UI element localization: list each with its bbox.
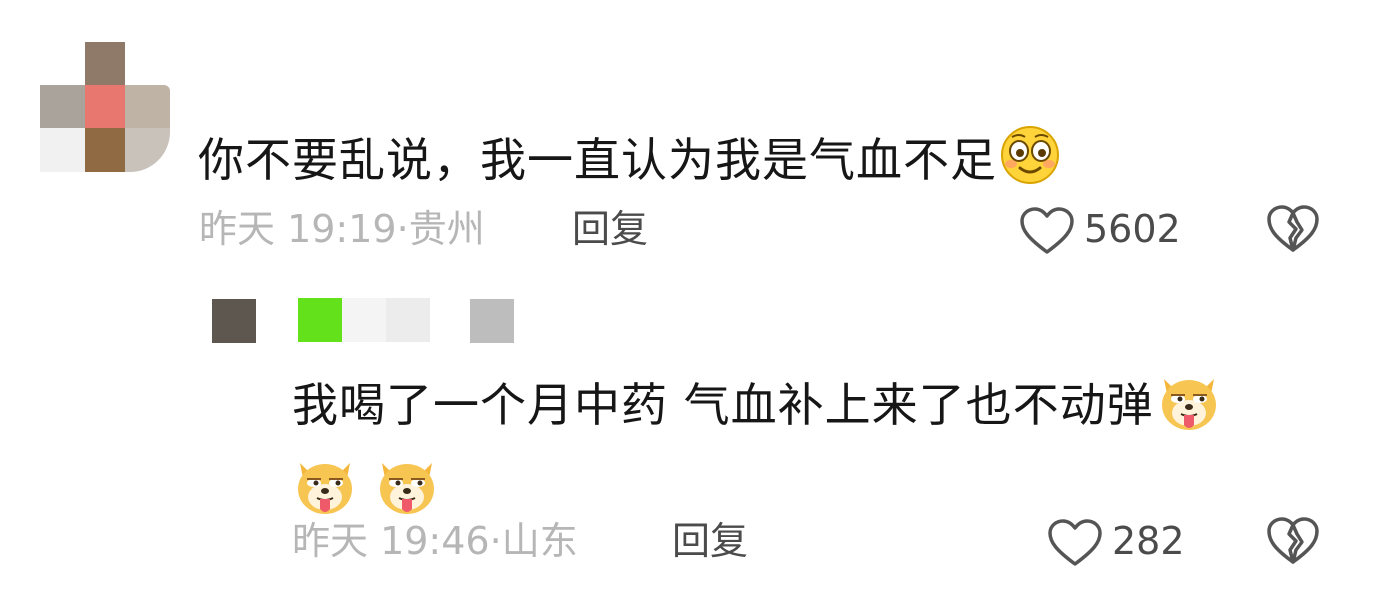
avatar[interactable] (40, 42, 170, 172)
reply-location: 山东 (501, 519, 578, 563)
like-button[interactable] (1046, 518, 1104, 568)
broken-heart-icon (1267, 517, 1319, 564)
reply-target-name[interactable] (470, 299, 514, 343)
comment-text: 你不要乱说，我一直认为我是气血不足 (198, 124, 1061, 200)
reply-avatar[interactable] (212, 299, 256, 343)
like-button[interactable] (1018, 206, 1076, 256)
dislike-button[interactable] (1266, 204, 1320, 254)
like-count: 282 (1112, 519, 1185, 563)
reply-meta: 昨天 19:46·山东 (292, 517, 578, 565)
heart-outline-icon (1048, 519, 1102, 566)
reply-username[interactable] (298, 298, 430, 342)
broken-heart-icon (1267, 205, 1319, 252)
reply-body: 我喝了一个月中药 气血补上来了也不动弹 (292, 378, 1154, 432)
comment-timestamp: 昨天 19:19 (199, 207, 397, 251)
comment-body: 你不要乱说，我一直认为我是气血不足 (198, 133, 997, 187)
reply-timestamp: 昨天 19:46 (292, 519, 490, 563)
reply-text: 我喝了一个月中药 气血补上来了也不动弹 (292, 369, 1302, 537)
meta-separator: · (396, 207, 409, 251)
dislike-button[interactable] (1266, 516, 1320, 566)
heart-outline-icon (1020, 207, 1074, 254)
comment-meta: 昨天 19:19·贵州 (199, 205, 485, 253)
meta-separator: · (489, 519, 502, 563)
reply-button[interactable]: 回复 (572, 205, 648, 253)
reply-button[interactable]: 回复 (672, 517, 748, 565)
like-count: 5602 (1084, 207, 1181, 251)
comment-location: 贵州 (408, 207, 485, 251)
doge-tongue-emoji (1156, 369, 1222, 453)
smiling-face-emoji (999, 124, 1061, 200)
